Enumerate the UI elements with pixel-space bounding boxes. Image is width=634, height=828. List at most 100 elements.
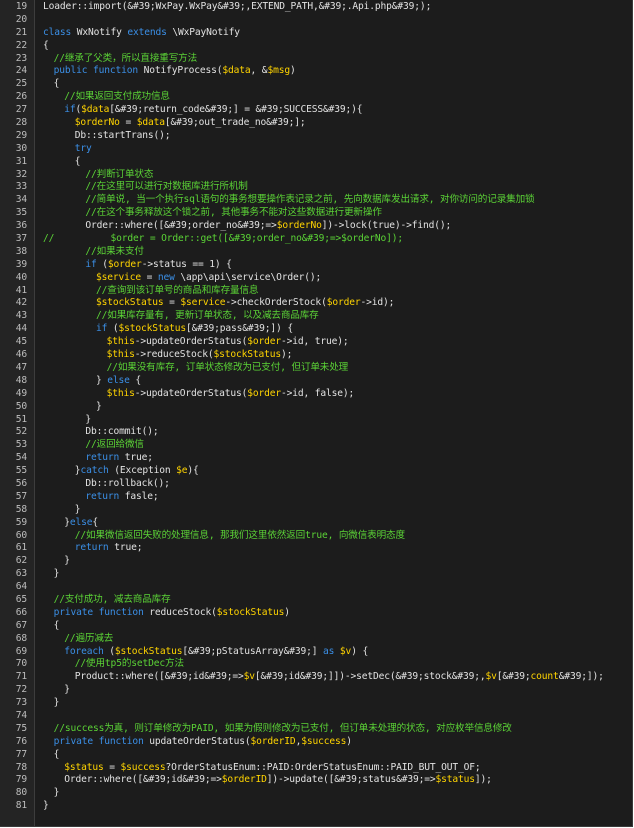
- code-line: 46 $this->reduceStock($stockStatus);: [0, 349, 293, 362]
- code-token: ])->update([&#39;status&#39;=>: [266, 774, 436, 786]
- line-number: 28: [15, 117, 27, 129]
- code-token: }: [64, 555, 70, 567]
- code-token: ->updateOrderStatus(: [134, 336, 248, 348]
- code-token: [&#39;pass&#39;]) {: [186, 323, 293, 335]
- code-area[interactable]: 19 Loader::import(&#39;WxPay.WxPay&#39;,E…: [0, 0, 604, 813]
- code-token: ])->lock(true)->find();: [321, 220, 452, 232]
- code-comment: //继承了父类，所以直接重写方法: [53, 52, 198, 64]
- code-token: ){: [187, 465, 199, 477]
- line-number: 40: [15, 271, 27, 283]
- code-line: 75 //success为真, 则订单修改为PAID, 如果为假则修改为已支付, …: [0, 723, 512, 736]
- code-token: {: [53, 748, 60, 760]
- code-text: //遍历减去: [64, 633, 113, 646]
- line-number: 25: [15, 78, 27, 90]
- code-text: }else{: [64, 517, 98, 530]
- code-text: }: [43, 800, 49, 813]
- code-variable: $data: [136, 117, 165, 129]
- code-text: }: [64, 555, 70, 568]
- code-line: 71 Product::where([&#39;id&#39;=>$v[&#39;…: [0, 671, 604, 684]
- line-number: 55: [15, 465, 27, 477]
- code-token: (: [103, 645, 115, 657]
- code-token: }: [96, 374, 108, 386]
- code-line: 60 //如果微信返回失败的处理信息, 那我们这里依然返回true, 向微信表明态…: [0, 530, 405, 543]
- line-number: 32: [15, 168, 27, 180]
- code-token: [&#39;out_trade_no&#39;];: [164, 117, 306, 129]
- code-line: 53 //返回给微信: [0, 439, 144, 452]
- code-comment: //遍历减去: [64, 632, 114, 644]
- line-number: 68: [15, 632, 27, 644]
- code-text: $stockStatus = $service->checkOrderStock…: [96, 297, 394, 310]
- code-text: $this->reduceStock($stockStatus);: [107, 349, 293, 362]
- line-number: 77: [15, 748, 27, 760]
- code-text: //返回给微信: [85, 439, 144, 452]
- line-number: 61: [15, 542, 27, 554]
- code-text: {: [43, 40, 49, 53]
- code-token: ->status == 1) {: [141, 258, 232, 270]
- code-text: $orderNo = $data[&#39;out_trade_no&#39;]…: [75, 117, 306, 130]
- code-line: 35 //在这个事务释放这个锁之前, 其他事务不能对这些数据进行更新操作: [0, 207, 382, 220]
- code-text: }: [54, 787, 60, 800]
- code-variable: $stockStatus: [96, 297, 164, 309]
- code-keyword: else: [69, 516, 93, 528]
- code-text: private function reduceStock($stockStatu…: [54, 607, 290, 620]
- code-token: Db::startTrans();: [74, 129, 171, 141]
- code-token: true;: [108, 542, 143, 554]
- code-variable: $status: [64, 761, 104, 773]
- line-number: 71: [15, 671, 27, 683]
- code-variable: $v: [339, 645, 352, 657]
- code-line: 32 //判断订单状态: [0, 168, 154, 182]
- code-line: 68 //遍历减去: [0, 632, 114, 646]
- code-token: (: [107, 323, 119, 335]
- code-text: foreach ($stockStatus[&#39;pStatusArray&…: [64, 646, 368, 659]
- code-line: 45 $this->updateOrderStatus($order->id, t…: [0, 336, 349, 349]
- code-text: if($data[&#39;return_code&#39;] = &#39;S…: [64, 104, 362, 117]
- code-token: [&#39;return_code&#39;] = &#39;SUCCESS&#…: [109, 104, 363, 116]
- code-text: }: [64, 684, 70, 697]
- code-token: WxNotify: [71, 26, 128, 38]
- code-comment: //简单说, 当一个执行sql语句的事务想要操作表记录之前, 先向数据库发出请求…: [85, 194, 535, 206]
- line-number: 78: [15, 761, 27, 773]
- code-variable: $e: [176, 465, 188, 477]
- code-variable: $this: [106, 387, 135, 399]
- code-token: }: [96, 400, 102, 412]
- code-text: Db::startTrans();: [75, 130, 171, 143]
- code-token: (Exception: [108, 465, 177, 477]
- code-line: 65 //支付成功, 减去商品库存: [0, 594, 171, 607]
- line-number: 57: [15, 490, 27, 502]
- code-text: class WxNotify extends \WxPayNotify: [43, 27, 240, 40]
- code-text: }: [54, 568, 60, 581]
- code-variable: $msg: [267, 65, 290, 77]
- code-line: 47 //如果没有库存, 订单状态修改为已支付, 但订单未处理: [0, 362, 349, 375]
- line-number: 20: [15, 13, 27, 25]
- code-token: =: [119, 117, 137, 129]
- code-token: true;: [119, 452, 153, 464]
- code-keyword: public: [53, 65, 88, 77]
- line-number: 67: [15, 619, 27, 631]
- line-number: 22: [15, 39, 27, 51]
- code-keyword: private: [53, 606, 94, 618]
- code-token: , &: [250, 65, 268, 77]
- code-keyword: class: [43, 26, 72, 38]
- code-variable: $service: [96, 271, 142, 283]
- line-number: 72: [15, 684, 27, 696]
- code-token: ): [284, 606, 290, 618]
- code-variable: $success: [301, 735, 347, 747]
- code-token: fasle;: [119, 490, 159, 502]
- line-number: 69: [15, 645, 27, 657]
- line-number: 43: [15, 310, 27, 322]
- code-line: 70 //使用tp5的setDec方法: [0, 658, 184, 671]
- code-editor[interactable]: 19 Loader::import(&#39;WxPay.WxPay&#39;,E…: [0, 0, 633, 827]
- line-number: 56: [15, 477, 27, 489]
- code-line: 49 $this->updateOrderStatus($order->id, f…: [0, 388, 355, 401]
- code-text: Loader::import(&#39;WxPay.WxPay&#39;,EXT…: [43, 1, 431, 14]
- code-text: Product::where([&#39;id&#39;=>$v[&#39;id…: [75, 671, 604, 684]
- code-token: Order::where([&#39;order_no&#39;=>: [85, 220, 277, 232]
- code-line: 38 //如果未支付: [0, 246, 144, 259]
- code-text: //简单说, 当一个执行sql语句的事务想要操作表记录之前, 先向数据库发出请求…: [85, 194, 534, 207]
- code-keyword: if: [85, 258, 97, 270]
- line-number: 34: [15, 194, 27, 206]
- code-variable: $orderNo: [74, 117, 120, 129]
- code-line: 20: [0, 14, 27, 27]
- line-number: 52: [15, 426, 27, 438]
- code-line: 44 if ($stockStatus[&#39;pass&#39;]) {: [0, 323, 293, 336]
